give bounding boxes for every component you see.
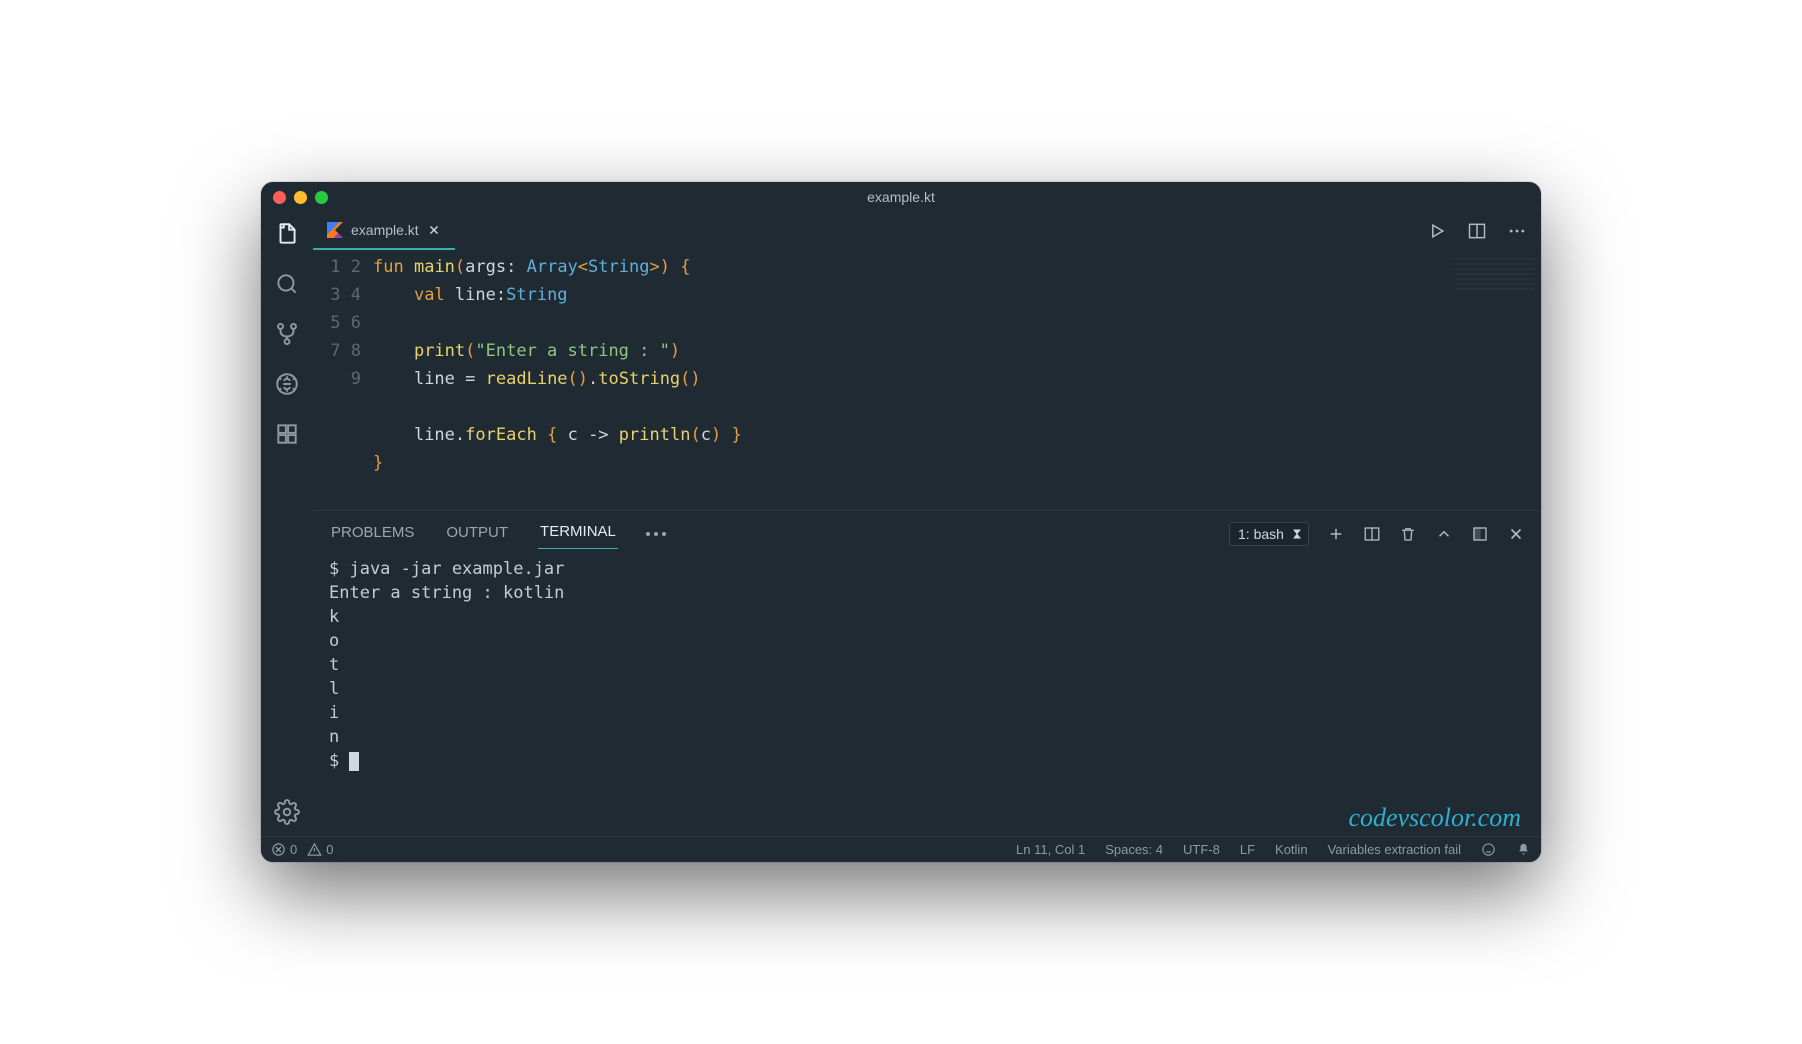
activity-bar bbox=[261, 212, 313, 836]
split-terminal-icon[interactable] bbox=[1363, 525, 1381, 543]
main-area: example.kt 1 2 3 4 5 6 7 8 9 fun main(ar… bbox=[313, 212, 1541, 836]
status-indentation[interactable]: Spaces: 4 bbox=[1105, 842, 1163, 857]
tab-terminal[interactable]: TERMINAL bbox=[538, 519, 618, 549]
status-language[interactable]: Kotlin bbox=[1275, 842, 1308, 857]
search-icon[interactable] bbox=[273, 270, 301, 298]
line-gutter: 1 2 3 4 5 6 7 8 9 bbox=[313, 253, 373, 510]
panel: PROBLEMS OUTPUT TERMINAL 1: bash bbox=[313, 510, 1541, 836]
run-icon[interactable] bbox=[1427, 221, 1447, 241]
status-warnings[interactable]: 0 bbox=[307, 842, 333, 857]
status-errors[interactable]: 0 bbox=[271, 842, 297, 857]
close-window-button[interactable] bbox=[273, 191, 286, 204]
terminal-select[interactable]: 1: bash bbox=[1229, 522, 1309, 546]
extensions-icon[interactable] bbox=[273, 420, 301, 448]
minimap[interactable] bbox=[1455, 256, 1535, 290]
traffic-lights bbox=[273, 191, 328, 204]
debug-icon[interactable] bbox=[273, 370, 301, 398]
status-cursor-position[interactable]: Ln 11, Col 1 bbox=[1016, 842, 1085, 857]
close-tab-icon[interactable] bbox=[427, 223, 441, 237]
terminal-cursor bbox=[349, 752, 359, 771]
status-feedback-icon[interactable] bbox=[1481, 842, 1496, 857]
kotlin-file-icon bbox=[327, 222, 343, 238]
minimize-window-button[interactable] bbox=[294, 191, 307, 204]
close-panel-icon[interactable] bbox=[1507, 525, 1525, 543]
terminal-selector[interactable]: 1: bash bbox=[1229, 522, 1309, 546]
tab-filename: example.kt bbox=[351, 222, 419, 238]
status-extraction[interactable]: Variables extraction fail bbox=[1328, 842, 1461, 857]
watermark: codevscolor.com bbox=[1348, 806, 1521, 830]
panel-tabs: PROBLEMS OUTPUT TERMINAL 1: bash bbox=[313, 511, 1541, 549]
status-eol[interactable]: LF bbox=[1240, 842, 1255, 857]
editor-tabs: example.kt bbox=[313, 212, 1541, 250]
code-editor[interactable]: 1 2 3 4 5 6 7 8 9 fun main(args: Array<S… bbox=[313, 250, 1541, 510]
more-actions-icon[interactable] bbox=[1507, 221, 1527, 241]
settings-gear-icon[interactable] bbox=[273, 798, 301, 826]
status-bell-icon[interactable] bbox=[1516, 842, 1531, 857]
tab-output[interactable]: OUTPUT bbox=[444, 520, 510, 549]
kill-terminal-icon[interactable] bbox=[1399, 525, 1417, 543]
maximize-window-button[interactable] bbox=[315, 191, 328, 204]
collapse-panel-icon[interactable] bbox=[1435, 525, 1453, 543]
window-title: example.kt bbox=[261, 189, 1541, 205]
split-editor-icon[interactable] bbox=[1467, 221, 1487, 241]
new-terminal-icon[interactable] bbox=[1327, 525, 1345, 543]
panel-overflow-icon[interactable] bbox=[646, 532, 666, 536]
code-content[interactable]: fun main(args: Array<String>) { val line… bbox=[373, 253, 1541, 510]
maximize-panel-icon[interactable] bbox=[1471, 525, 1489, 543]
tab-problems[interactable]: PROBLEMS bbox=[329, 520, 416, 549]
status-encoding[interactable]: UTF-8 bbox=[1183, 842, 1220, 857]
window-body: example.kt 1 2 3 4 5 6 7 8 9 fun main(ar… bbox=[261, 212, 1541, 836]
titlebar: example.kt bbox=[261, 182, 1541, 212]
terminal-output[interactable]: $ java -jar example.jar Enter a string :… bbox=[313, 549, 1541, 836]
source-control-icon[interactable] bbox=[273, 320, 301, 348]
vscode-window: example.kt bbox=[261, 182, 1541, 862]
explorer-icon[interactable] bbox=[273, 220, 301, 248]
tab-example-kt[interactable]: example.kt bbox=[313, 212, 455, 250]
status-bar: 0 0 Ln 11, Col 1 Spaces: 4 UTF-8 LF Kotl… bbox=[261, 836, 1541, 862]
